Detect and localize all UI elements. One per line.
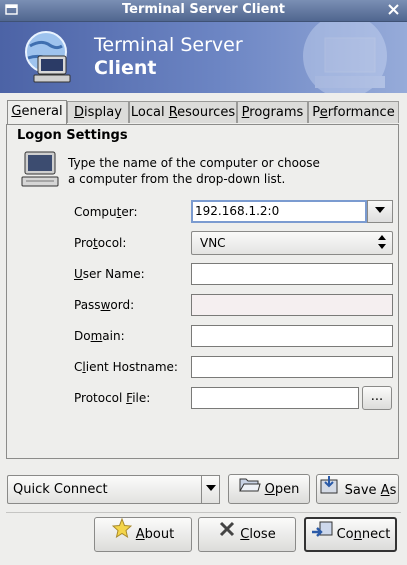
client-hostname-input[interactable] — [191, 356, 393, 378]
protocol-select-value: VNC — [200, 236, 226, 250]
client-hostname-label: Client Hostname: — [74, 360, 178, 374]
separator — [6, 512, 401, 513]
protocol-label: Protocol: — [74, 236, 127, 250]
computer-dropdown-button[interactable] — [367, 200, 393, 223]
logon-description: Type the name of the computer or choose … — [68, 155, 368, 187]
username-label: User Name: — [74, 267, 145, 281]
tab-local-resources[interactable]: Local Resources — [129, 101, 237, 123]
star-icon — [111, 517, 132, 551]
domain-label: Domain: — [74, 329, 125, 343]
quick-connect-combo[interactable]: Quick Connect — [7, 475, 203, 504]
password-label: Password: — [74, 298, 135, 312]
header-banner: Terminal Server Client — [0, 22, 407, 93]
protocol-select[interactable]: VNC — [191, 231, 393, 255]
logon-description-line1: Type the name of the computer or choose — [68, 156, 320, 170]
protocol-file-label: Protocol File: — [74, 391, 151, 405]
terminal-server-logo-icon — [25, 31, 71, 83]
computer-icon — [21, 151, 59, 187]
computer-input[interactable]: 192.168.1.2:0 — [191, 200, 367, 223]
banner-title: Terminal Server Client — [94, 34, 243, 80]
connect-button[interactable]: Connect — [304, 517, 397, 552]
logon-description-line2: a computer from the drop-down list. — [68, 172, 286, 186]
window-title: Terminal Server Client — [122, 2, 285, 17]
close-x-icon — [218, 518, 236, 551]
computer-label: Computer: — [74, 205, 138, 219]
save-as-button[interactable]: Save As — [316, 474, 399, 504]
close-icon[interactable] — [386, 3, 401, 18]
tab-performance[interactable]: Performance — [308, 101, 399, 123]
logon-settings-heading: Logon Settings — [17, 128, 128, 143]
tab-display[interactable]: Display — [67, 101, 129, 123]
banner-title-line1: Terminal Server — [94, 34, 243, 56]
banner-title-line2: Client — [94, 57, 157, 79]
folder-open-icon — [238, 475, 261, 504]
domain-input[interactable] — [191, 325, 393, 347]
password-input[interactable] — [191, 294, 393, 316]
title-bar: Terminal Server Client — [0, 0, 407, 22]
tab-general[interactable]: General — [7, 100, 67, 124]
chevron-down-icon — [375, 207, 385, 213]
browse-button[interactable]: ... — [362, 386, 392, 410]
banner-decoration-icon — [303, 22, 387, 93]
connect-icon — [311, 519, 333, 550]
open-button[interactable]: Open — [228, 474, 310, 504]
about-button[interactable]: About — [94, 517, 192, 552]
save-icon — [319, 475, 341, 506]
quick-connect-dropdown-button[interactable] — [201, 475, 220, 504]
username-input[interactable] — [191, 263, 393, 285]
chevron-down-icon — [205, 485, 216, 491]
protocol-file-input[interactable] — [191, 387, 359, 409]
tab-programs[interactable]: Programs — [237, 101, 308, 123]
close-button[interactable]: Close — [198, 517, 296, 552]
up-down-arrows-icon — [378, 232, 386, 255]
